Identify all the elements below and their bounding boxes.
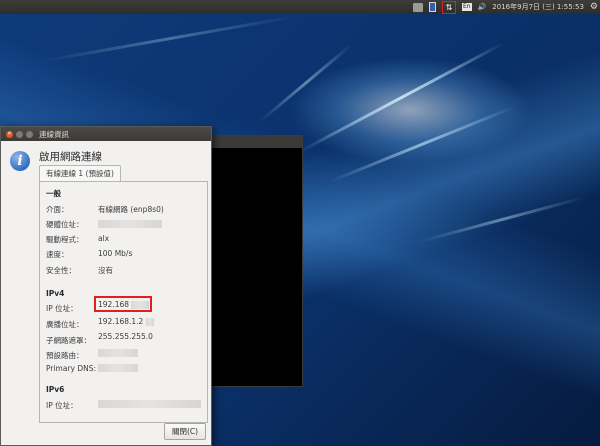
section-ipv4: IPv4 bbox=[46, 289, 65, 298]
connection-info-dialog: ✕ 連線資訊 i 啟用網路連線 有線連線 1 (預設值) 一般 介面： 有線網路… bbox=[0, 126, 212, 446]
redacted-value bbox=[98, 364, 138, 372]
tab-wired-connection[interactable]: 有線連線 1 (預設值) bbox=[39, 165, 121, 181]
top-panel: ⇅ En 🔊 2016年9月7日 (三) 1:55:53 ⚙ bbox=[0, 0, 600, 14]
highlight-box bbox=[94, 296, 152, 312]
interface-value: 有線網路 (enp8s0) bbox=[98, 205, 164, 214]
ipv6-address-label: IP 位址： bbox=[46, 401, 78, 410]
redacted-value bbox=[98, 220, 162, 228]
broadcast-label: 廣播位址： bbox=[46, 320, 84, 329]
dialog-heading: 啟用網路連線 bbox=[39, 151, 102, 163]
ipv4-address-label: IP 位址： bbox=[46, 304, 78, 313]
info-icon: i bbox=[10, 151, 30, 171]
security-value: 沒有 bbox=[98, 266, 113, 275]
wallpaper-streak bbox=[419, 196, 585, 243]
wallpaper-streak bbox=[39, 14, 297, 63]
redacted-value bbox=[145, 318, 154, 326]
redacted-value bbox=[98, 349, 138, 357]
input-method-indicator[interactable]: En bbox=[461, 2, 472, 12]
dialog-titlebar[interactable]: ✕ 連線資訊 bbox=[1, 127, 211, 141]
network-indicator[interactable]: ⇅ bbox=[441, 0, 456, 14]
broadcast-value: 192.168.1.2 bbox=[98, 317, 154, 326]
wallpaper-streak bbox=[329, 105, 516, 183]
hw-address-value bbox=[98, 219, 162, 228]
driver-label: 驅動程式： bbox=[46, 235, 84, 244]
maximize-icon[interactable] bbox=[26, 130, 33, 138]
primary-dns-value bbox=[98, 363, 138, 372]
volume-indicator[interactable]: 🔊 bbox=[478, 2, 487, 12]
wallpaper-streak bbox=[299, 42, 504, 153]
ipv6-address-value bbox=[98, 399, 201, 408]
section-general: 一般 bbox=[46, 189, 61, 198]
primary-dns-label: Primary DNS: bbox=[46, 364, 97, 373]
subnet-mask-label: 子網路遮罩： bbox=[46, 336, 91, 345]
interface-label: 介面： bbox=[46, 205, 69, 214]
default-route-label: 預設路由： bbox=[46, 351, 84, 360]
background-window[interactable] bbox=[200, 135, 303, 387]
app-indicator-icon bbox=[428, 2, 436, 12]
driver-value: alx bbox=[98, 234, 110, 243]
subnet-mask-value: 255.255.255.0 bbox=[98, 332, 153, 341]
section-ipv6: IPv6 bbox=[46, 385, 65, 394]
volume-icon: 🔊 bbox=[477, 3, 487, 11]
broadcast-text: 192.168.1.2 bbox=[98, 317, 144, 326]
clock[interactable]: 2016年9月7日 (三) 1:55:53 bbox=[492, 2, 584, 12]
minimize-icon[interactable] bbox=[16, 130, 23, 138]
keyboard-indicator[interactable] bbox=[412, 2, 423, 12]
app-indicator[interactable] bbox=[428, 2, 436, 12]
gear-icon[interactable]: ⚙ bbox=[590, 2, 598, 12]
close-button[interactable]: 關閉(C) bbox=[164, 423, 206, 440]
hw-address-label: 硬體位址： bbox=[46, 220, 84, 229]
input-method-label: En bbox=[461, 3, 472, 11]
dialog-title: 連線資訊 bbox=[39, 129, 69, 139]
background-window-titlebar[interactable] bbox=[201, 136, 302, 148]
network-icon: ⇅ bbox=[441, 0, 456, 14]
speed-value: 100 Mb/s bbox=[98, 249, 133, 258]
speed-label: 速度： bbox=[46, 250, 69, 259]
default-route-value bbox=[98, 348, 138, 357]
wallpaper-streak bbox=[259, 43, 353, 123]
keyboard-icon bbox=[412, 2, 423, 12]
redacted-value bbox=[98, 400, 201, 408]
close-icon[interactable]: ✕ bbox=[6, 130, 13, 138]
security-label: 安全性： bbox=[46, 266, 76, 275]
